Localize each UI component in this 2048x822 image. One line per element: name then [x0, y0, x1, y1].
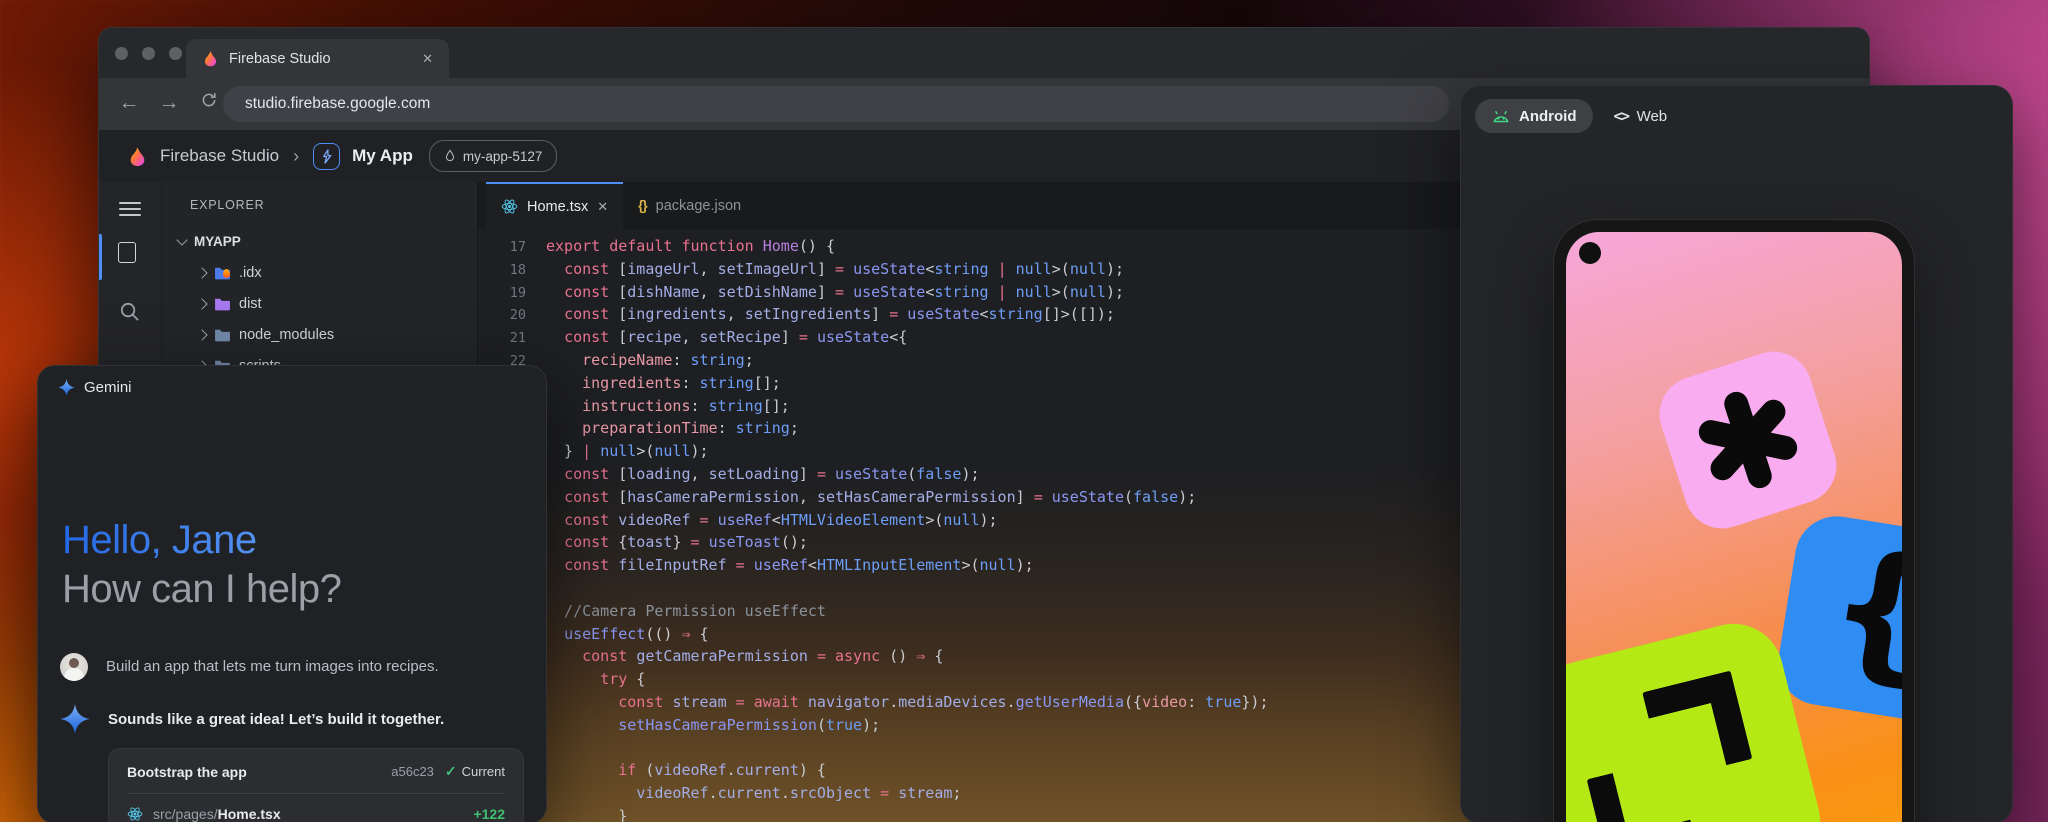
gemini-title: Gemini [84, 379, 132, 396]
browser-tab-strip: Firebase Studio ✕ [99, 28, 1869, 78]
chat-messages: Build an app that lets me turn images in… [60, 653, 528, 734]
active-view-indicator [99, 234, 102, 280]
toggle-web[interactable]: <> Web [1601, 99, 1681, 133]
changed-file-row[interactable]: src/pages/Home.tsx +122 [127, 806, 505, 822]
firebase-logo [127, 146, 148, 167]
diff-count: +122 [473, 806, 505, 822]
task-title: Bootstrap the app [127, 764, 391, 780]
react-icon [127, 806, 143, 822]
chevron-down-icon [176, 234, 187, 245]
task-card-header: Bootstrap the app a56c23 ✓ Current [127, 763, 505, 780]
assistant-message-text: Sounds like a great idea! Let’s build it… [108, 704, 444, 728]
gemini-panel: Gemini Hello, Jane How can I help? Build… [37, 365, 547, 822]
folder-icon [214, 265, 231, 280]
platform-toggle: Android <> Web [1475, 99, 1680, 133]
folder-name: node_modules [239, 327, 334, 343]
user-message: Build an app that lets me turn images in… [60, 653, 528, 681]
reload-icon[interactable] [197, 91, 221, 115]
gemini-header: Gemini [58, 379, 132, 396]
menu-icon[interactable] [119, 198, 141, 220]
tree-item-dist[interactable]: dist [162, 288, 477, 319]
window-controls [115, 47, 182, 60]
droplet-icon [444, 149, 456, 163]
url-bar[interactable]: studio.firebase.google.com [223, 86, 1449, 122]
toggle-android[interactable]: Android [1475, 99, 1593, 133]
commit-hash: a56c23 [391, 764, 434, 779]
camera-punch-hole [1579, 242, 1601, 264]
user-message-text: Build an app that lets me turn images in… [106, 653, 439, 675]
gemini-greeting: Hello, Jane How can I help? [62, 516, 341, 614]
android-icon [1491, 109, 1511, 124]
window-control-dot[interactable] [115, 47, 128, 60]
close-editor-tab-icon[interactable]: ✕ [597, 199, 608, 215]
search-icon[interactable] [118, 300, 141, 328]
root-folder-label: MYAPP [194, 234, 241, 249]
card-divider [127, 793, 505, 794]
breadcrumb-separator: › [293, 146, 299, 167]
window-control-dot[interactable] [142, 47, 155, 60]
workspace-id: my-app-5127 [463, 149, 543, 164]
forward-icon[interactable]: → [157, 91, 181, 115]
line-number: 21 [490, 327, 526, 350]
tree-item-idx[interactable]: .idx [162, 257, 477, 288]
folder-icon [214, 296, 231, 311]
folder-name: dist [239, 296, 262, 312]
assistant-message: Sounds like a great idea! Let’s build it… [60, 704, 528, 734]
react-icon [501, 198, 518, 215]
url-text: studio.firebase.google.com [245, 95, 430, 113]
status-badge: Current [462, 764, 505, 779]
explorer-title: EXPLORER [190, 198, 264, 212]
tab-package-json[interactable]: {} package.json [623, 182, 756, 229]
background-gradient: Firebase Studio ✕ ← → studio.firebase.go… [0, 0, 2048, 822]
line-number: 20 [490, 304, 526, 327]
firebase-spark-icon [223, 269, 230, 278]
tab-label: Home.tsx [527, 199, 588, 215]
window-control-dot[interactable] [169, 47, 182, 60]
workspace-pill[interactable]: my-app-5127 [429, 140, 558, 172]
tree-item-root[interactable]: MYAPP [162, 226, 477, 257]
toggle-web-label: Web [1637, 108, 1668, 125]
tab-label: package.json [656, 198, 741, 214]
gemini-star-icon [58, 379, 75, 396]
tree-item-node_modules[interactable]: node_modules [162, 319, 477, 350]
explorer-icon[interactable] [118, 242, 136, 263]
chevron-right-icon [196, 267, 207, 278]
phone-mockup: { [1553, 219, 1915, 822]
greeting-line-1: Hello, Jane [62, 516, 341, 565]
file-path: src/pages/Home.tsx [153, 806, 463, 822]
preview-panel: Android <> Web { [1460, 85, 2013, 822]
chevron-right-icon [196, 329, 207, 340]
code-brackets-icon: <> [1614, 107, 1629, 125]
file-tree: .idxdistnode_modulesscripts [162, 257, 477, 381]
back-icon[interactable]: ← [117, 91, 141, 115]
tab-home-tsx[interactable]: Home.tsx ✕ [486, 182, 623, 229]
check-icon: ✓ [445, 763, 457, 780]
line-number: 18 [490, 259, 526, 282]
browser-tab[interactable]: Firebase Studio ✕ [186, 39, 449, 78]
firebase-favicon [202, 50, 219, 67]
chevron-right-icon [196, 298, 207, 309]
app-prototype-icon[interactable] [313, 143, 340, 170]
line-number: 17 [490, 236, 526, 259]
app-name[interactable]: My App [352, 146, 413, 166]
blue-brace-tile: { [1772, 510, 1902, 727]
gemini-star-icon [60, 704, 90, 734]
close-tab-icon[interactable]: ✕ [422, 51, 433, 67]
greeting-line-2: How can I help? [62, 565, 341, 614]
toggle-android-label: Android [1519, 108, 1577, 125]
task-card[interactable]: Bootstrap the app a56c23 ✓ Current src/p… [108, 748, 524, 822]
file-tree-container: MYAPP .idxdistnode_modulesscripts [162, 226, 477, 381]
breadcrumb-product[interactable]: Firebase Studio [160, 146, 279, 166]
phone-screen[interactable]: { [1566, 232, 1902, 822]
folder-icon [214, 327, 231, 342]
line-number: 19 [490, 282, 526, 305]
browser-tab-title: Firebase Studio [229, 51, 412, 67]
folder-name: .idx [239, 265, 262, 281]
curly-brace-icon: { [1820, 537, 1902, 685]
pink-asterisk-tile [1650, 342, 1847, 539]
avatar [60, 653, 88, 681]
json-braces-icon: {} [638, 198, 647, 213]
